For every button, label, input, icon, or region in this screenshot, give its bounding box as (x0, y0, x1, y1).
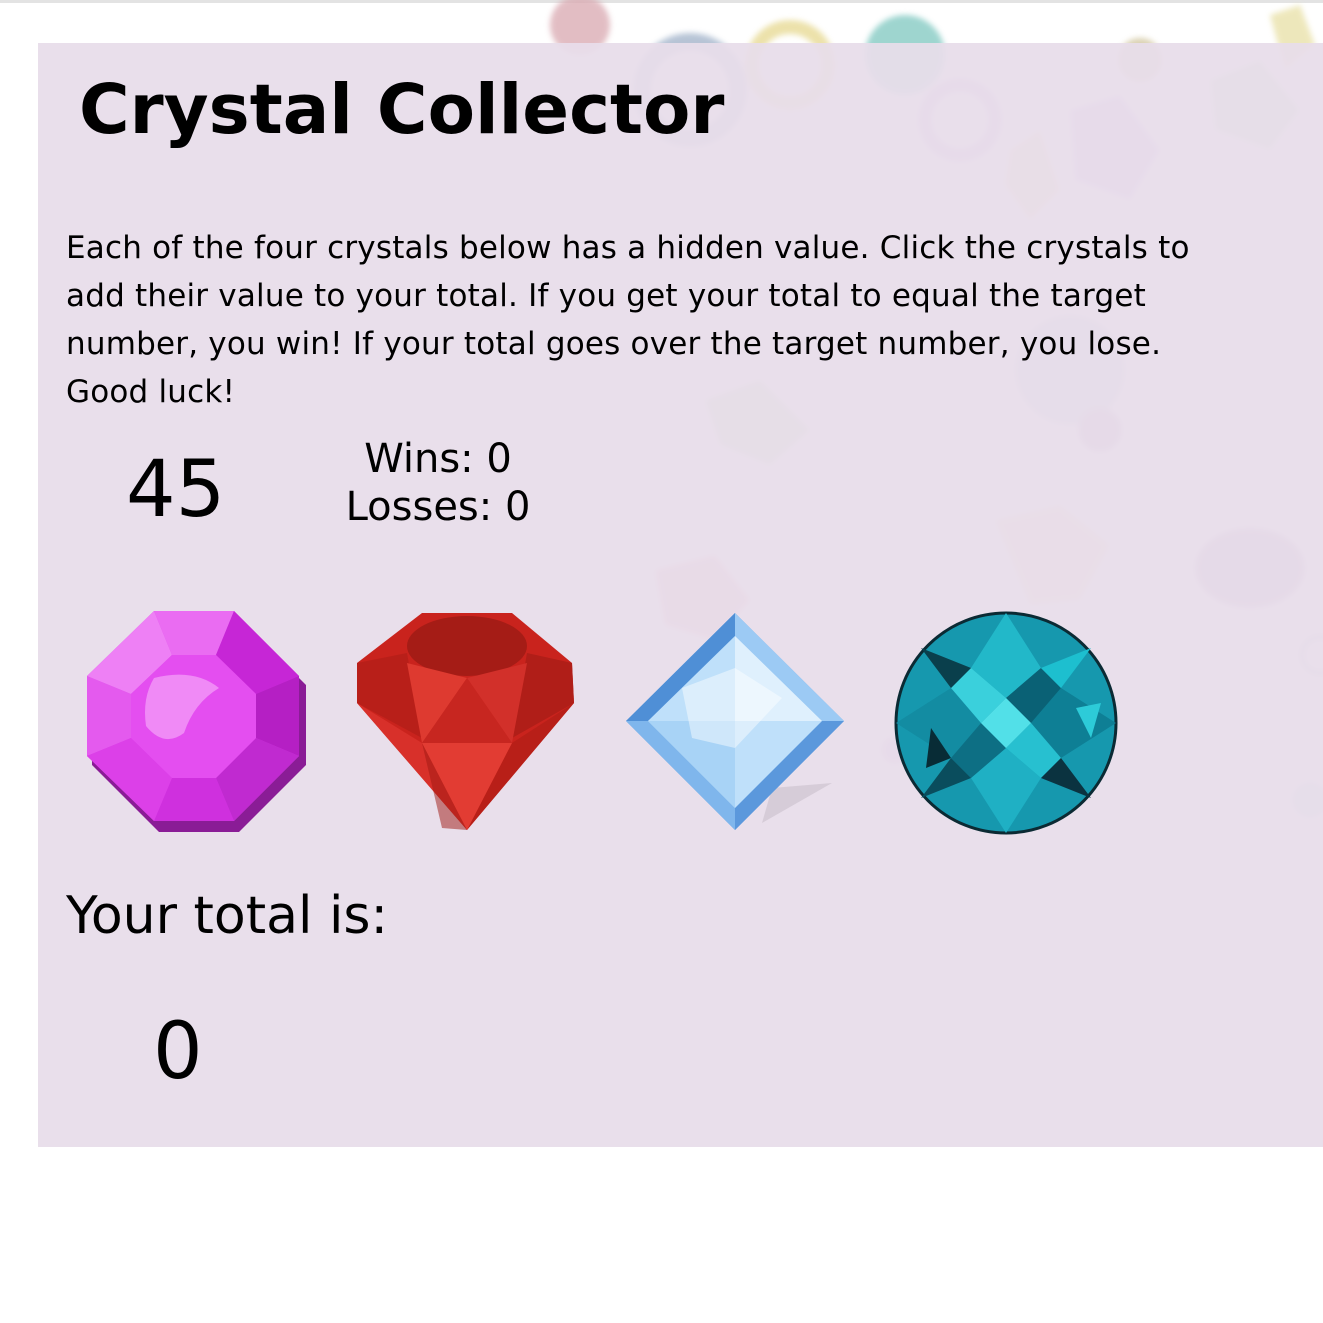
teal-crystal-button[interactable] (891, 608, 1121, 838)
red-crystal-button[interactable] (352, 608, 582, 838)
game-instructions: Each of the four crystals below has a hi… (66, 230, 1190, 410)
scoreboard: Wins: 0 Losses: 0 (328, 435, 548, 531)
purple-crystal-button[interactable] (84, 608, 314, 838)
teal-round-crystal-icon (894, 611, 1118, 835)
target-number: 45 (126, 445, 226, 535)
game-panel: Crystal Collector Each of the four cryst… (38, 43, 1323, 1147)
total-label: Your total is: (66, 886, 389, 946)
blue-crystal-button[interactable] (622, 608, 852, 838)
top-divider (0, 0, 1323, 3)
blue-diamond-crystal-icon (626, 613, 844, 830)
game-title: Crystal Collector (79, 70, 725, 150)
total-value: 0 (153, 1007, 203, 1097)
wins-counter: Wins: 0 (364, 436, 512, 482)
red-ruby-crystal-icon (357, 613, 574, 830)
losses-counter: Losses: 0 (345, 484, 531, 530)
purple-octagon-crystal-icon (87, 611, 306, 832)
